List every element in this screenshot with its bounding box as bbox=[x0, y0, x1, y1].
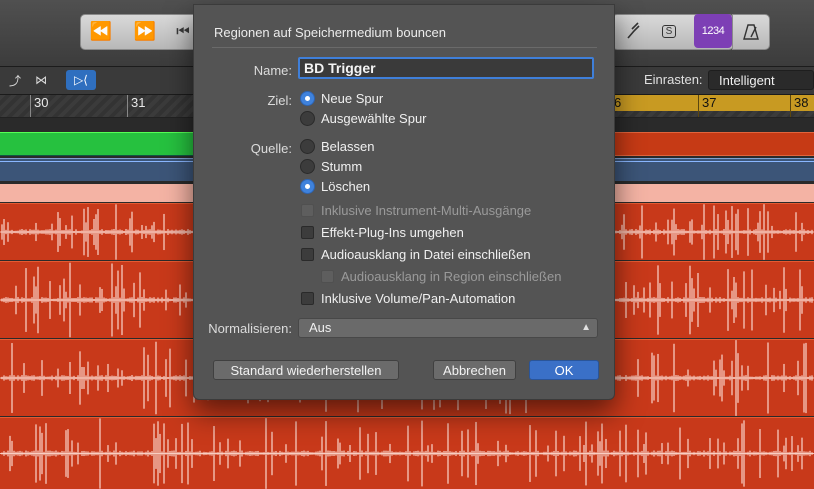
radio-neue-spur[interactable]: Neue Spur bbox=[300, 91, 383, 106]
tuner-button[interactable] bbox=[614, 14, 652, 48]
ruler-mark: 30 bbox=[30, 95, 48, 117]
radio-label: Ausgewählte Spur bbox=[321, 111, 427, 126]
checkbox-label: Audioausklang in Datei einschließen bbox=[321, 247, 531, 262]
checkbox[interactable] bbox=[301, 248, 314, 261]
skip-back-icon: ⏮ bbox=[176, 22, 190, 40]
ok-button[interactable]: OK bbox=[529, 360, 599, 380]
radio-belassen[interactable]: Belassen bbox=[300, 139, 374, 154]
tuning-fork-icon bbox=[627, 22, 640, 39]
restore-defaults-button[interactable]: Standard wiederherstellen bbox=[213, 360, 399, 380]
checkbox-plugins-umgehen[interactable]: Effekt-Plug-Ins umgehen bbox=[301, 225, 464, 240]
metronome-button[interactable] bbox=[732, 14, 770, 50]
ziel-label: Ziel: bbox=[267, 93, 292, 108]
midi-region[interactable] bbox=[610, 132, 814, 156]
audio-region[interactable] bbox=[0, 417, 814, 489]
midi-region[interactable] bbox=[0, 132, 200, 156]
checkbox-label: Effekt-Plug-Ins umgehen bbox=[321, 225, 464, 240]
flex-icon[interactable]: ⋈ bbox=[26, 70, 56, 90]
bounce-dialog: Regionen auf Speichermedium bouncen Name… bbox=[193, 4, 615, 400]
radio-loeschen[interactable]: Löschen bbox=[300, 179, 370, 194]
dialog-title: Regionen auf Speichermedium bouncen bbox=[214, 25, 446, 40]
snap-select[interactable]: Intelligent bbox=[708, 70, 814, 90]
fast-forward-icon: ⏩ bbox=[133, 20, 157, 41]
cancel-button[interactable]: Abbrechen bbox=[433, 360, 516, 380]
count-in-label: 1234 bbox=[701, 25, 725, 37]
checkbox bbox=[321, 270, 334, 283]
fast-forward-button[interactable]: ⏩ bbox=[126, 14, 164, 48]
radio-label: Stumm bbox=[321, 159, 363, 174]
radio-button[interactable] bbox=[300, 139, 315, 154]
name-value: BD Trigger bbox=[304, 60, 376, 76]
snap-label: Einrasten: bbox=[644, 72, 703, 87]
radio-label: Belassen bbox=[321, 139, 375, 154]
checkbox[interactable] bbox=[301, 292, 314, 305]
ruler-mark: 37 bbox=[698, 95, 716, 117]
waveform bbox=[0, 418, 814, 489]
radio-button[interactable] bbox=[300, 91, 315, 106]
radio-label: Löschen bbox=[321, 179, 371, 194]
checkbox-label: Audioausklang in Region einschließen bbox=[341, 269, 562, 284]
normalize-select[interactable]: Aus ▲ bbox=[298, 318, 598, 338]
solo-button[interactable]: S bbox=[650, 14, 688, 48]
rewind-icon: ⏪ bbox=[89, 20, 113, 41]
snap-value: Intelligent bbox=[719, 73, 775, 88]
quelle-label: Quelle: bbox=[250, 141, 292, 156]
radio-button[interactable] bbox=[300, 179, 315, 194]
normalize-value: Aus bbox=[309, 320, 332, 335]
count-in-button[interactable]: 1234 bbox=[694, 14, 732, 48]
name-label: Name: bbox=[253, 63, 292, 78]
radio-button[interactable] bbox=[300, 159, 315, 174]
name-field[interactable]: BD Trigger bbox=[298, 57, 594, 79]
restore-defaults-label: Standard wiederherstellen bbox=[230, 362, 382, 378]
solo-icon: S bbox=[661, 24, 677, 38]
checkbox-ausklang-region: Audioausklang in Region einschließen bbox=[321, 269, 561, 284]
checkbox bbox=[301, 204, 314, 217]
catch-playhead-icon[interactable]: ▷⟨ bbox=[66, 70, 96, 90]
checkbox-multi-ausgaenge: Inklusive Instrument-Multi-Ausgänge bbox=[301, 203, 531, 218]
ruler-mark: 38 bbox=[790, 95, 808, 117]
ruler-mark: 31 bbox=[127, 95, 145, 117]
divider bbox=[212, 47, 597, 48]
ok-label: OK bbox=[554, 362, 574, 378]
radio-label: Neue Spur bbox=[321, 91, 384, 106]
cancel-label: Abbrechen bbox=[443, 362, 506, 378]
updown-chevron-icon: ▲ bbox=[581, 322, 591, 333]
checkbox-volume-pan[interactable]: Inklusive Volume/Pan-Automation bbox=[301, 291, 515, 306]
rewind-button[interactable]: ⏪ bbox=[82, 14, 120, 48]
radio-button[interactable] bbox=[300, 111, 315, 126]
normalize-label: Normalisieren: bbox=[208, 321, 292, 336]
metronome-icon bbox=[743, 24, 759, 40]
checkbox-label: Inklusive Instrument-Multi-Ausgänge bbox=[321, 203, 532, 218]
radio-ausgewaehlte-spur[interactable]: Ausgewählte Spur bbox=[300, 111, 427, 126]
checkbox-label: Inklusive Volume/Pan-Automation bbox=[321, 291, 516, 306]
checkbox[interactable] bbox=[301, 226, 314, 239]
radio-stumm[interactable]: Stumm bbox=[300, 159, 362, 174]
checkbox-ausklang-datei[interactable]: Audioausklang in Datei einschließen bbox=[301, 247, 531, 262]
